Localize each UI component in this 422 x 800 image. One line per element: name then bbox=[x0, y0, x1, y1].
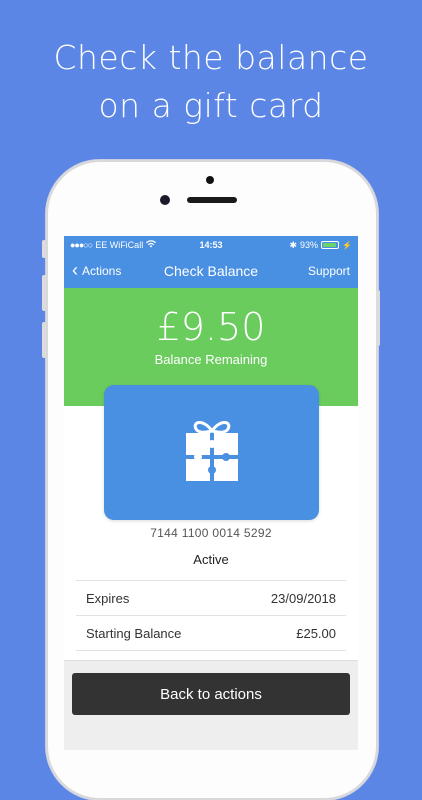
balance-label: Balance Remaining bbox=[154, 352, 268, 367]
detail-row-expires: Expires 23/09/2018 bbox=[76, 581, 346, 616]
gift-puzzle-icon bbox=[182, 417, 242, 488]
detail-label: Starting Balance bbox=[86, 625, 182, 641]
headline-line-2: on a gift card bbox=[98, 86, 324, 125]
signal-strength-icon: ●●●○○ bbox=[70, 240, 93, 250]
detail-row-starting-balance: Starting Balance £25.00 bbox=[76, 616, 346, 651]
gift-card bbox=[104, 385, 319, 520]
back-actions-button[interactable]: ‹ Actions bbox=[72, 260, 122, 280]
card-details-list: Expires 23/09/2018 Starting Balance £25.… bbox=[76, 580, 346, 651]
chevron-left-icon: ‹ bbox=[72, 260, 78, 280]
detail-value: £25.00 bbox=[296, 625, 336, 641]
mute-switch bbox=[42, 240, 46, 258]
card-number: 7144 1100 0014 5292 bbox=[150, 526, 272, 540]
volume-up-button bbox=[42, 275, 46, 311]
back-to-actions-button[interactable]: Back to actions bbox=[72, 673, 350, 715]
bluetooth-icon: ✱ bbox=[289, 239, 298, 250]
headline-line-1: Check the balance bbox=[53, 38, 369, 77]
balance-amount: £9.50 bbox=[156, 305, 266, 349]
power-button bbox=[376, 290, 380, 346]
charging-icon: ⚡ bbox=[342, 240, 352, 250]
action-footer: Back to actions bbox=[64, 660, 358, 750]
earpiece-speaker bbox=[187, 197, 237, 203]
back-label: Actions bbox=[82, 264, 122, 278]
support-button[interactable]: Support bbox=[308, 264, 350, 278]
battery-icon bbox=[321, 241, 340, 249]
marketing-headline: Check the balance on a gift card bbox=[0, 34, 422, 130]
battery-percent: 93% bbox=[300, 240, 319, 250]
detail-value: 23/09/2018 bbox=[270, 590, 336, 606]
card-status: Active bbox=[193, 552, 229, 567]
app-screen: ●●●○○ EE WiFiCall 14:53 ✱ 93% ⚡ ‹ Action… bbox=[64, 236, 358, 750]
volume-down-button bbox=[42, 322, 46, 358]
front-camera-icon bbox=[160, 195, 170, 205]
status-bar: ●●●○○ EE WiFiCall 14:53 ✱ 93% ⚡ bbox=[64, 236, 358, 254]
carrier-label: EE WiFiCall bbox=[95, 240, 144, 250]
proximity-sensor bbox=[206, 176, 214, 184]
detail-label: Expires bbox=[86, 590, 130, 606]
wifi-icon bbox=[146, 240, 157, 250]
navigation-bar: ‹ Actions Check Balance Support bbox=[64, 254, 358, 288]
